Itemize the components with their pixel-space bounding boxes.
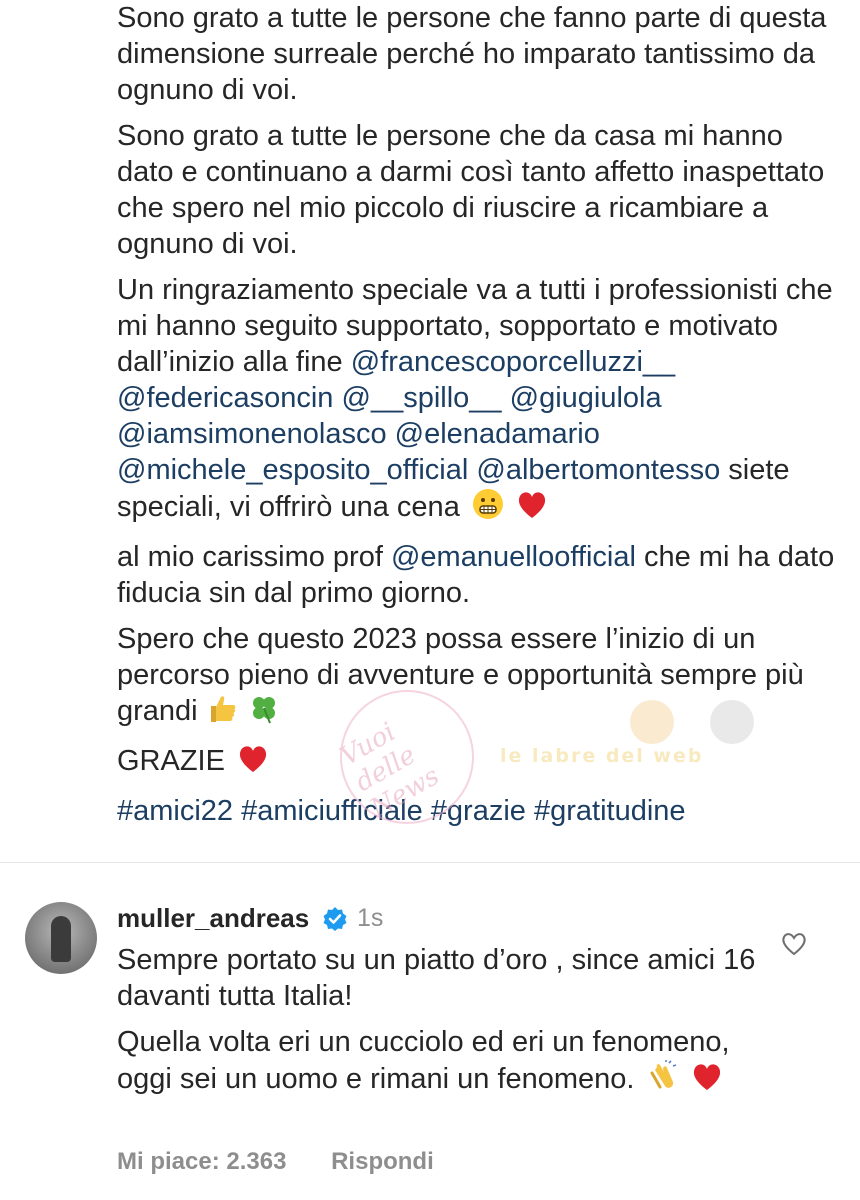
post-caption: Sono grato a tutte le persone che fanno … (117, 0, 837, 839)
red-heart-icon (237, 744, 269, 783)
comment-time: 1s (357, 904, 384, 932)
caption-paragraph-6: GRAZIE (117, 743, 837, 783)
mention-link[interactable]: @francescoporcelluzzi__ (351, 346, 675, 378)
caption-hashtags: #amici22 #amiciufficiale #grazie #gratit… (117, 793, 837, 829)
likes-count[interactable]: Mi piace: 2.363 (117, 1148, 286, 1175)
caption-paragraph-3: Un ringraziamento speciale va a tutti i … (117, 272, 837, 529)
mention-link[interactable]: @albertomontesso (476, 454, 720, 486)
hashtag-link[interactable]: #gratitudine (534, 795, 686, 827)
caption-paragraph-1: Sono grato a tutte le persone che fanno … (117, 2, 827, 106)
comment-paragraph-2-text: Quella volta eri un cucciolo ed eri un f… (117, 1026, 730, 1095)
hashtag-link[interactable]: #amiciufficiale (241, 795, 423, 827)
mention-link[interactable]: @elenadamario (395, 418, 600, 450)
avatar-figure (51, 916, 71, 962)
divider (0, 862, 860, 863)
comment-meta: Mi piace: 2.363 Rispondi (117, 1148, 434, 1176)
comment-paragraph-1: Sempre portato su un piatto d’oro , sinc… (117, 944, 756, 1012)
grimacing-face-icon (472, 488, 504, 529)
hashtag-link[interactable]: #grazie (431, 795, 526, 827)
red-heart-icon (691, 1062, 723, 1101)
hashtag-link[interactable]: #amici22 (117, 795, 233, 827)
mention-link[interactable]: @__spillo__ (342, 382, 502, 414)
caption-paragraph-2: Sono grato a tutte le persone che da cas… (117, 120, 825, 260)
clapping-hands-icon (647, 1060, 679, 1101)
comment-paragraph-2: Quella volta eri un cucciolo ed eri un f… (117, 1024, 757, 1101)
caption-paragraph-4-text-a: al mio carissimo prof (117, 541, 383, 573)
thumbs-up-icon (210, 694, 238, 733)
mention-link[interactable]: @giugiulola (510, 382, 662, 414)
reply-button[interactable]: Rispondi (331, 1148, 434, 1175)
mention-link[interactable]: @michele_esposito_official (117, 454, 468, 486)
four-leaf-clover-icon (250, 694, 278, 733)
mention-link[interactable]: @emanuelloofficial (391, 541, 636, 573)
comment-username[interactable]: muller_andreas (117, 903, 309, 934)
red-heart-icon (516, 490, 548, 529)
caption-paragraph-5: Spero che questo 2023 possa essere l’ini… (117, 621, 837, 733)
avatar[interactable] (25, 902, 97, 974)
like-heart-icon[interactable] (780, 930, 808, 958)
caption-paragraph-4: al mio carissimo prof @emanuelloofficial… (117, 539, 837, 611)
mention-link[interactable]: @federicasoncin (117, 382, 333, 414)
caption-grazie: GRAZIE (117, 745, 225, 777)
comment-text: Sempre portato su un piatto d’oro , sinc… (117, 942, 757, 1101)
mention-link[interactable]: @iamsimonenolasco (117, 418, 387, 450)
verified-badge-icon (322, 906, 348, 932)
